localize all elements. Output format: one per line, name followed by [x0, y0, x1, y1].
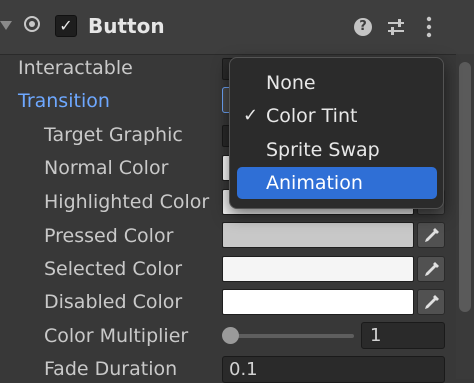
disabled-color-picker[interactable] [417, 289, 445, 315]
menu-item-label: None [266, 72, 316, 94]
transition-label: Transition [18, 90, 110, 112]
fade-duration-label: Fade Duration [44, 358, 178, 380]
eyedropper-icon [425, 228, 439, 242]
selected-color-label: Selected Color [44, 258, 183, 280]
menu-item-label: Color Tint [266, 105, 358, 127]
preset-icon[interactable] [386, 17, 406, 37]
color-multiplier-slider-thumb[interactable] [222, 327, 239, 344]
checkmark-icon: ✓ [243, 105, 259, 126]
menu-item-none[interactable]: None [237, 67, 437, 99]
menu-item-label: Sprite Swap [266, 139, 380, 161]
component-enabled-checkbox[interactable]: ✓ [55, 15, 77, 37]
kebab-menu-icon[interactable] [424, 15, 434, 39]
normal-color-label: Normal Color [44, 157, 169, 179]
component-header: ✓ Button ? [0, 0, 474, 55]
menu-item-animation[interactable]: Animation [237, 167, 437, 199]
component-title: Button [88, 14, 165, 38]
color-multiplier-slider-track[interactable] [230, 334, 354, 338]
pressed-color-label: Pressed Color [44, 225, 174, 247]
interactable-label: Interactable [18, 57, 133, 79]
help-icon[interactable]: ? [354, 18, 372, 36]
component-icon [24, 16, 40, 32]
menu-item-color-tint[interactable]: ✓ Color Tint [237, 100, 437, 132]
selected-color-picker[interactable] [417, 256, 445, 282]
pressed-color-field[interactable] [222, 222, 414, 248]
transition-dropdown-menu: None ✓ Color Tint Sprite Swap Animation [229, 57, 444, 209]
menu-item-label: Animation [266, 172, 363, 194]
eyedropper-icon [425, 295, 439, 309]
inspector-scrollbar-thumb[interactable] [459, 62, 471, 312]
color-multiplier-input[interactable]: 1 [361, 322, 445, 349]
eyedropper-icon [425, 262, 439, 276]
disabled-color-field[interactable] [222, 289, 414, 315]
disabled-color-label: Disabled Color [44, 291, 183, 313]
selected-color-field[interactable] [222, 256, 414, 282]
highlighted-color-label: Highlighted Color [44, 191, 210, 213]
color-multiplier-label: Color Multiplier [44, 325, 189, 347]
foldout-arrow-icon[interactable] [0, 21, 12, 30]
target-graphic-label: Target Graphic [44, 124, 183, 146]
menu-item-sprite-swap[interactable]: Sprite Swap [237, 134, 437, 166]
pressed-color-picker[interactable] [417, 222, 445, 248]
